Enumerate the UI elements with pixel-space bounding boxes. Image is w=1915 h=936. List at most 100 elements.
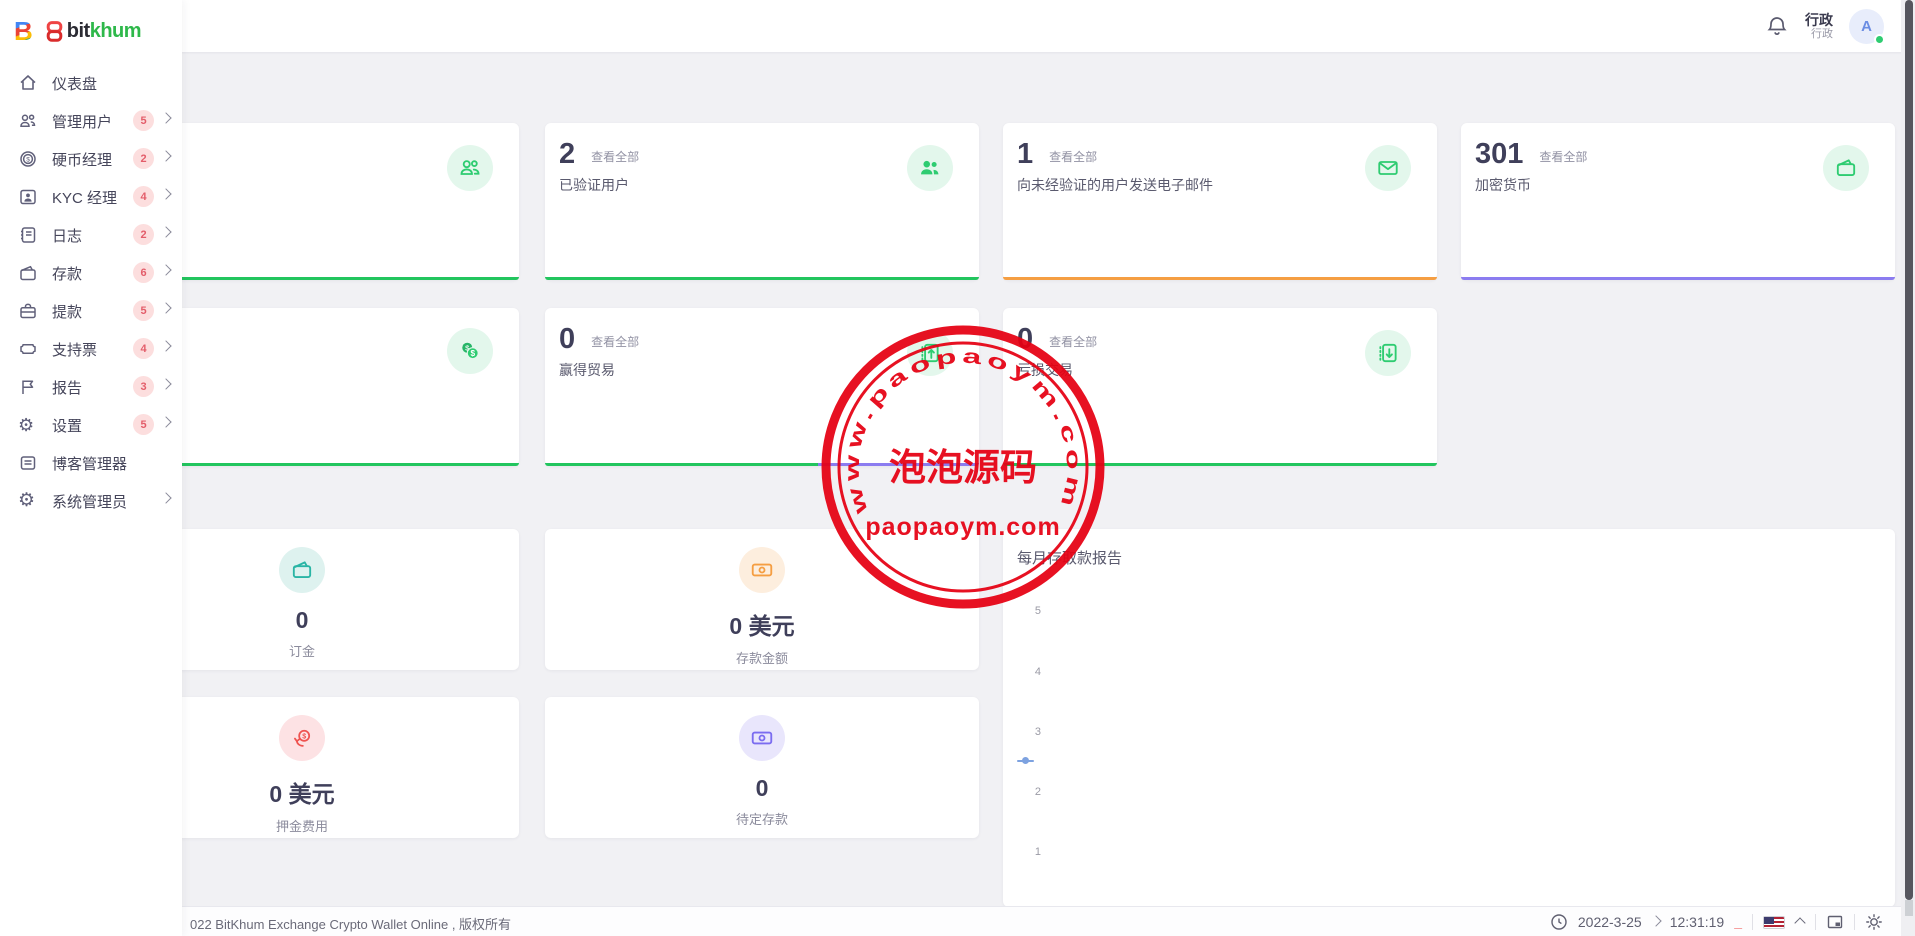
users-icon (18, 111, 38, 131)
stat-card-email-unverified: 1 查看全部 向未经验证的用户发送电子邮件 (1003, 123, 1437, 280)
svg-text:$: $ (302, 732, 306, 740)
avatar[interactable]: A (1849, 9, 1884, 44)
menu-badge: 3 (133, 376, 154, 397)
menu-badge: 6 (133, 262, 154, 283)
divider (1854, 914, 1855, 930)
menu-badge: 2 (133, 148, 154, 169)
gear-solid-icon: ⚙ (18, 491, 38, 511)
user-role: 行政 (1805, 28, 1833, 41)
wallet-icon (1823, 145, 1869, 191)
us-flag-icon[interactable] (1763, 916, 1785, 929)
stat-card-loss-trades: 0 查看全部 亏损交易 (1003, 308, 1437, 466)
monthly-report-chart-panel: 每月存取款报告 5 4 3 2 1 (1003, 529, 1895, 907)
notebook-icon (18, 225, 38, 245)
online-status-dot (1874, 34, 1885, 45)
sidebar-item-settings[interactable]: ⚙ 设置 5 (0, 406, 182, 444)
win-trades-count: 0 (559, 324, 575, 354)
view-all-link[interactable]: 查看全部 (1539, 148, 1587, 165)
theme-sun-icon[interactable] (1865, 913, 1883, 931)
chevron-right-icon (160, 378, 171, 389)
sidebar-item-support-tickets[interactable]: 支持票 4 (0, 330, 182, 368)
view-all-link[interactable]: 查看全部 (1049, 333, 1097, 350)
ticket-icon (18, 339, 38, 359)
avatar-letter: A (1861, 18, 1872, 35)
trade-up-icon (907, 330, 953, 376)
view-all-link[interactable]: 查看全部 (591, 148, 639, 165)
view-all-link[interactable]: 查看全部 (1049, 148, 1097, 165)
divider (1815, 914, 1816, 930)
bitkhum-mark-icon (45, 21, 64, 42)
bitkhum-logo: bitkhum (45, 20, 141, 43)
verified-users-count: 2 (559, 139, 575, 169)
svg-text:$: $ (26, 156, 30, 163)
gear-icon: ⚙ (18, 415, 38, 435)
briefcase-icon (18, 301, 38, 321)
stat-card-win-trades: 0 查看全部 赢得贸易 (545, 308, 979, 466)
brand-row[interactable]: B bitkhum (0, 0, 182, 50)
deposit-amount: 0 美元 (545, 607, 979, 641)
scrollbar-track[interactable] (1901, 0, 1915, 936)
menu-badge: 4 (133, 186, 154, 207)
article-icon (18, 453, 38, 473)
chart-title: 每月存取款报告 (1017, 547, 1122, 568)
pending-deposit-count: 0 (545, 775, 979, 802)
wallet-open-icon (18, 263, 38, 283)
menu-badge: 5 (133, 300, 154, 321)
summary-card-pending-deposit: 0 待定存款 (545, 697, 979, 838)
fee-red-icon: $ (279, 715, 325, 761)
menu-badge: 5 (133, 414, 154, 435)
users-outline-icon (447, 145, 493, 191)
sidebar-item-dashboard[interactable]: 仪表盘 (0, 64, 182, 102)
y-tick-4: 4 (1003, 666, 1041, 678)
footer-date: 2022-3-25 (1578, 914, 1642, 930)
caret-up-icon[interactable] (1795, 919, 1805, 925)
sidebar-item-kyc-manager[interactable]: KYC 经理 4 (0, 178, 182, 216)
summary-label: 存款金额 (545, 648, 979, 667)
summary-label: 待定存款 (545, 809, 979, 828)
banknote-orange-icon (739, 547, 785, 593)
envelope-icon (1365, 145, 1411, 191)
top-header: 行政 行政 A (0, 0, 1915, 52)
y-tick-1: 1 (1003, 846, 1041, 858)
coins-icon: $ $ (447, 328, 493, 374)
menu-badge: 4 (133, 338, 154, 359)
scrollbar-thumb[interactable] (1905, 0, 1913, 900)
clock-icon (1550, 913, 1568, 931)
sidebar-item-logs[interactable]: 日志 2 (0, 216, 182, 254)
sidebar-item-manage-users[interactable]: 管理用户 5 (0, 102, 182, 140)
footer-time: 12:31:19 (1670, 914, 1725, 930)
chevron-right-icon (160, 302, 171, 313)
divider (1752, 914, 1753, 930)
time-cursor: _ (1734, 914, 1742, 930)
b-logo: B (14, 18, 33, 44)
brand-khum: khum (90, 20, 141, 42)
stat-card-cryptocurrencies: 301 查看全部 加密货币 (1461, 123, 1895, 280)
wallet-teal-icon (279, 547, 325, 593)
sidebar-item-coin-manager[interactable]: $ 硬币经理 2 (0, 140, 182, 178)
y-tick-3: 3 (1003, 726, 1041, 738)
stat-card-verified-users: 2 查看全部 已验证用户 (545, 123, 979, 280)
flag-icon (18, 377, 38, 397)
sidebar-item-withdrawals[interactable]: 提款 5 (0, 292, 182, 330)
trade-down-icon (1365, 330, 1411, 376)
sidebar-item-system-admin[interactable]: ⚙ 系统管理员 (0, 482, 182, 520)
user-meta[interactable]: 行政 行政 (1805, 12, 1833, 41)
sidebar-item-deposits[interactable]: 存款 6 (0, 254, 182, 292)
notification-bell-icon[interactable] (1765, 14, 1789, 38)
chevron-right-icon (160, 112, 171, 123)
y-tick-2: 2 (1003, 786, 1041, 798)
home-icon (18, 73, 38, 93)
user-name: 行政 (1805, 12, 1833, 28)
unverified-email-count: 1 (1017, 139, 1033, 169)
view-all-link[interactable]: 查看全部 (591, 333, 639, 350)
copyright-text: 022 BitKhum Exchange Crypto Wallet Onlin… (190, 914, 511, 933)
crypto-count: 301 (1475, 139, 1523, 169)
sidebar-item-blog-manager[interactable]: 博客管理器 (0, 444, 182, 482)
chevron-right-icon (160, 150, 171, 161)
chart-legend-icon (1017, 757, 1034, 765)
chevron-right-icon (160, 226, 171, 237)
id-card-icon (18, 187, 38, 207)
sidebar: B bitkhum 仪表盘 管理用户 5 $ 硬币经理 2 KYC 经理 4 (0, 0, 182, 936)
sidebar-item-reports[interactable]: 报告 3 (0, 368, 182, 406)
fullscreen-icon[interactable] (1826, 913, 1844, 931)
